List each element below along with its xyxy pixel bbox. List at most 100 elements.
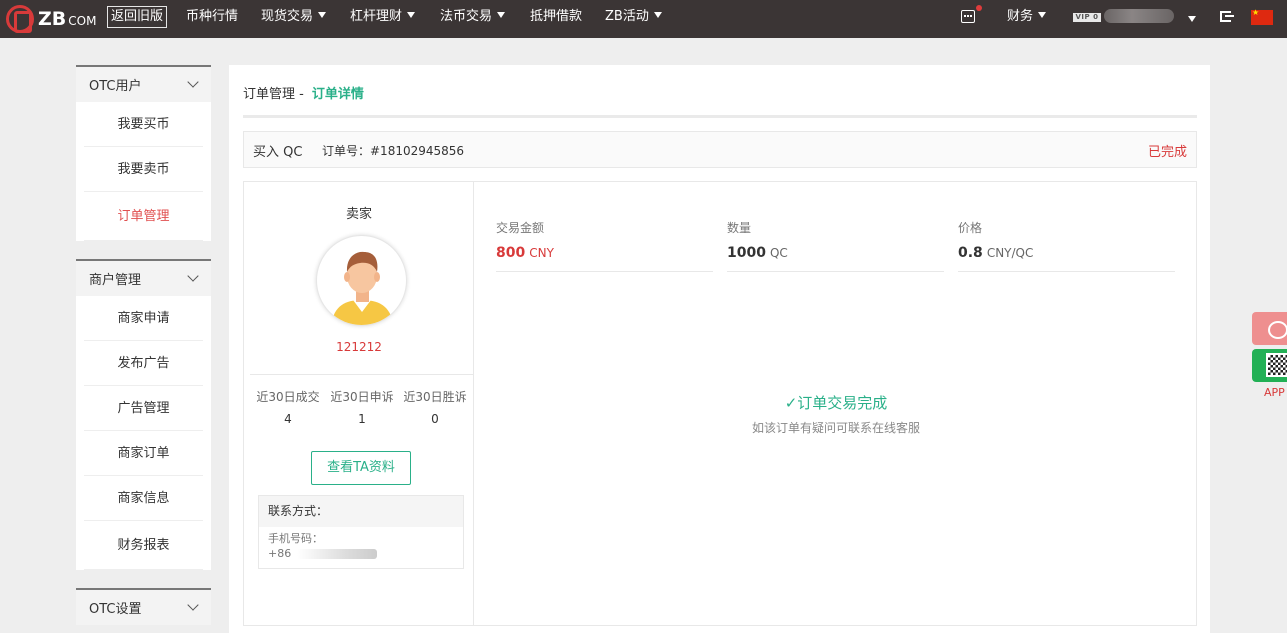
- sidebar-group-header[interactable]: 商户管理: [76, 261, 211, 296]
- china-flag-icon[interactable]: [1251, 8, 1273, 25]
- sidebar: OTC用户 我要买币 我要卖币 订单管理 商户管理 商家申请 发布广告 广告管理…: [76, 65, 211, 633]
- caret-down-icon: [1038, 12, 1047, 18]
- order-number: 订单号：#18102945856: [322, 144, 465, 158]
- app-qr-button[interactable]: [1252, 349, 1287, 382]
- sidebar-group-title: OTC用户: [89, 79, 142, 94]
- stat-label: 近30日成交: [256, 390, 320, 404]
- nav-finance-label: 财务: [1007, 9, 1034, 24]
- nav-market-label: 币种行情: [186, 9, 239, 24]
- sidebar-item-financial-report[interactable]: 财务报表: [76, 521, 211, 570]
- logo-text: ZB: [38, 8, 67, 30]
- avatar-person-icon: [331, 251, 394, 325]
- logo-suffix: COM: [68, 14, 97, 28]
- nav-finance[interactable]: 财务: [1007, 0, 1047, 38]
- caret-down-icon: [318, 12, 327, 18]
- order-detail-box: 卖家 121212 近30日成交 4 近30日申诉 1 近30日胜诉 0 查看T…: [243, 181, 1197, 626]
- stat-30d-appeals: 近30日申诉 1: [324, 388, 400, 426]
- sidebar-group-header[interactable]: OTC设置: [76, 590, 211, 625]
- order-detail-panel: 订单管理 - 订单详情 买入 QC 订单号：#18102945856 已完成 卖家…: [229, 65, 1210, 633]
- trade-price-label: 价格: [958, 221, 983, 235]
- trade-amount-label: 交易金额: [496, 221, 545, 235]
- top-navigation-bar: ZB COM 返回旧版 币种行情 现货交易 杠杆理财 法币交易 抵押借款 ZB活动…: [0, 0, 1287, 38]
- order-complete-subtitle: 如该订单有疑问可联系在线客服: [751, 421, 920, 435]
- nav-loan[interactable]: 抵押借款: [530, 0, 582, 38]
- trade-quantity-label: 数量: [727, 221, 752, 235]
- sidebar-item-ad-management[interactable]: 广告管理: [76, 386, 211, 431]
- sidebar-item-sell[interactable]: 我要卖币: [76, 147, 211, 192]
- view-profile-button[interactable]: 查看TA资料: [311, 451, 411, 485]
- contact-title: 联系方式：: [259, 496, 463, 527]
- phone-number: +86: [268, 546, 463, 561]
- phone-label: 手机号码：: [268, 532, 323, 545]
- stat-30d-wins: 近30日胜诉 0: [397, 388, 473, 426]
- sidebar-group-header[interactable]: OTC用户: [76, 67, 211, 102]
- return-old-version-button[interactable]: 返回旧版: [107, 6, 168, 28]
- app-label[interactable]: APP: [1264, 386, 1285, 399]
- logout-icon[interactable]: [1220, 11, 1234, 22]
- sidebar-group-title: 商户管理: [89, 273, 142, 288]
- order-status: 已完成: [1147, 145, 1187, 160]
- stat-30d-trades: 近30日成交 4: [250, 388, 326, 426]
- nav-margin[interactable]: 杠杆理财: [350, 0, 416, 38]
- nav-otc-trading[interactable]: 法币交易: [440, 0, 506, 38]
- divider: [250, 374, 474, 375]
- stat-value: 0: [431, 412, 439, 426]
- nav-zb-activity[interactable]: ZB活动: [605, 0, 662, 38]
- sidebar-item-merchant-orders[interactable]: 商家订单: [76, 431, 211, 476]
- unread-dot: [976, 5, 982, 11]
- divider: [243, 115, 1197, 118]
- seller-panel: 卖家 121212 近30日成交 4 近30日申诉 1 近30日胜诉 0 查看T…: [244, 182, 474, 625]
- stat-value: 1: [358, 412, 366, 426]
- stat-value: 4: [284, 412, 292, 426]
- stat-label: 近30日胜诉: [403, 390, 467, 404]
- nav-margin-label: 杠杆理财: [350, 9, 403, 24]
- order-type: 买入 QC: [253, 145, 303, 160]
- sidebar-item-merchant-apply[interactable]: 商家申请: [76, 296, 211, 341]
- seller-avatar: [316, 235, 407, 326]
- nav-zb-activity-label: ZB活动: [605, 9, 649, 24]
- stat-label: 近30日申诉: [330, 390, 394, 404]
- nav-spot-trading[interactable]: 现货交易: [261, 0, 327, 38]
- trade-price: 价格 0.8 CNY/QC: [958, 219, 1175, 272]
- order-complete-title: ✓订单交易完成: [784, 394, 888, 412]
- vip-badge: VIP 0: [1073, 13, 1101, 22]
- nav-loan-label: 抵押借款: [530, 9, 583, 24]
- breadcrumb-parent[interactable]: 订单管理 -: [243, 87, 304, 102]
- trade-quantity: 数量 1000 QC: [727, 219, 944, 272]
- message-icon[interactable]: [961, 10, 975, 23]
- nav-otc-trading-label: 法币交易: [440, 9, 493, 24]
- trade-price-unit: CNY/QC: [986, 246, 1034, 260]
- customer-service-button[interactable]: [1252, 312, 1287, 345]
- nav-market[interactable]: 币种行情: [186, 0, 238, 38]
- caret-down-icon: [407, 12, 416, 18]
- zb-logo[interactable]: ZB COM: [6, 4, 96, 34]
- trade-quantity-unit: QC: [769, 246, 788, 260]
- breadcrumb: 订单管理 - 订单详情: [243, 83, 364, 102]
- sidebar-item-merchant-info[interactable]: 商家信息: [76, 476, 211, 521]
- sidebar-item-post-ad[interactable]: 发布广告: [76, 341, 211, 386]
- contact-info-box: 联系方式： 手机号码： +86: [258, 495, 464, 569]
- sidebar-item-order-management[interactable]: 订单管理: [76, 192, 211, 241]
- caret-down-icon: [653, 12, 662, 18]
- breadcrumb-current: 订单详情: [311, 87, 364, 102]
- trade-amount: 交易金额 800 CNY: [496, 219, 713, 272]
- username-blurred[interactable]: [1104, 9, 1174, 23]
- sidebar-group-otc-user: OTC用户 我要买币 我要卖币 订单管理: [76, 65, 211, 241]
- chevron-down-icon: [187, 599, 199, 611]
- sidebar-group-otc-settings: OTC设置: [76, 588, 211, 625]
- sidebar-group-merchant: 商户管理 商家申请 发布广告 广告管理 商家订单 商家信息 财务报表: [76, 259, 211, 570]
- seller-name[interactable]: 121212: [244, 340, 474, 354]
- trade-amount-unit: CNY: [529, 246, 554, 260]
- trade-price-value: 0.8: [958, 245, 983, 261]
- order-summary-bar: 买入 QC 订单号：#18102945856 已完成: [243, 131, 1197, 168]
- user-menu-caret-icon[interactable]: [1188, 16, 1196, 22]
- phone-blurred: [297, 548, 378, 559]
- phone-prefix: +86: [268, 547, 292, 560]
- trade-quantity-value: 1000: [727, 245, 766, 261]
- sidebar-item-buy[interactable]: 我要买币: [76, 102, 211, 147]
- caret-down-icon: [497, 12, 506, 18]
- seller-title: 卖家: [345, 207, 372, 222]
- qr-code-icon: [1266, 353, 1287, 377]
- trade-amount-value: 800: [496, 245, 526, 261]
- nav-spot-trading-label: 现货交易: [261, 9, 314, 24]
